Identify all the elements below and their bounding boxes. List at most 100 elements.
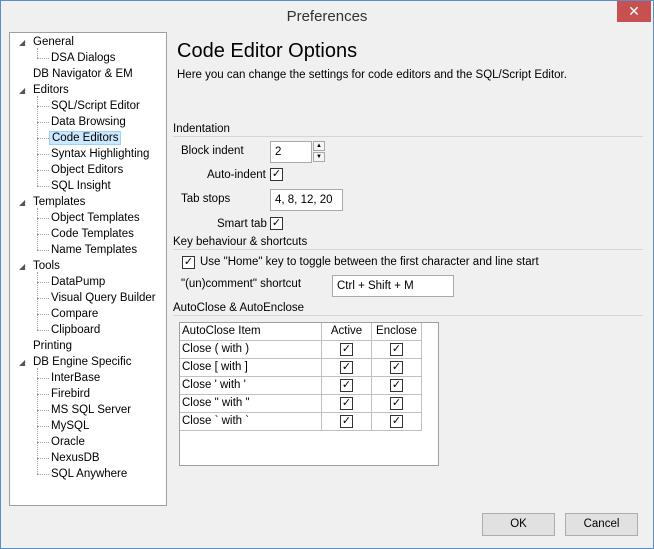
table-cell-item[interactable]: Close " with " [180, 395, 322, 413]
tree-connector [37, 368, 38, 474]
block-indent-input[interactable]: 2 [270, 141, 312, 163]
block-indent-spinner[interactable]: ▲ ▼ [313, 141, 325, 163]
tree-item-label: Code Editors [49, 131, 122, 145]
active-checkbox[interactable]: ✓ [340, 379, 353, 392]
tree-connector [37, 48, 38, 58]
tree-item[interactable]: DB Navigator & EM [19, 66, 135, 82]
table-header-cell[interactable]: Enclose [372, 323, 422, 341]
tree-item[interactable]: Code Templates [49, 226, 136, 242]
tree-item[interactable]: DataPump [49, 274, 107, 290]
table-cell-active: ✓ [322, 413, 372, 431]
ok-button[interactable]: OK [482, 513, 555, 536]
indentation-section-title: Indentation [173, 123, 230, 135]
tree-item[interactable]: Name Templates [49, 242, 139, 258]
collapse-arrow-icon[interactable]: ◢ [19, 35, 31, 51]
table-cell-item[interactable]: Close [ with ] [180, 359, 322, 377]
keys-section-title: Key behaviour & shortcuts [173, 236, 308, 248]
enclose-checkbox[interactable]: ✓ [390, 415, 403, 428]
tree-item[interactable]: NexusDB [49, 450, 102, 466]
tree-connector [37, 394, 49, 395]
tree-item-label: Printing [33, 340, 72, 352]
table-cell-active: ✓ [322, 359, 372, 377]
tree-item-label: DSA Dialogs [51, 52, 116, 64]
active-checkbox[interactable]: ✓ [340, 361, 353, 374]
tree-connector [37, 170, 49, 171]
enclose-checkbox[interactable]: ✓ [390, 343, 403, 356]
tree-item[interactable]: ◢ Tools [19, 258, 62, 274]
tree-item-label: MS SQL Server [51, 404, 132, 416]
collapse-arrow-icon[interactable]: ◢ [19, 83, 31, 99]
tree-item[interactable]: ◢ Templates [19, 194, 87, 210]
tree-connector [37, 186, 49, 187]
tree-connector [37, 410, 49, 411]
preferences-tree[interactable]: ◢ General DSA Dialogs DB Navigator & EM ◢ Edi… [9, 32, 167, 506]
tree-item[interactable]: SQL/Script Editor [49, 98, 142, 114]
collapse-arrow-icon[interactable]: ◢ [19, 195, 31, 211]
enclose-checkbox[interactable]: ✓ [390, 379, 403, 392]
tree-item[interactable]: DSA Dialogs [49, 50, 118, 66]
table-header-cell[interactable]: AutoClose Item [180, 323, 322, 341]
table-cell-item[interactable]: Close ( with ) [180, 341, 322, 359]
tree-item[interactable]: Code Editors [49, 130, 122, 146]
smart-tab-label: Smart tab [217, 218, 267, 230]
tree-item[interactable]: Object Templates [49, 210, 142, 226]
table-cell-item[interactable]: Close ` with ` [180, 413, 322, 431]
table-cell-active: ✓ [322, 377, 372, 395]
tree-item[interactable]: ◢ Editors [19, 82, 71, 98]
tree-item-label: Visual Query Builder [51, 292, 156, 304]
spin-down-icon[interactable]: ▼ [313, 152, 325, 162]
cancel-button[interactable]: Cancel [565, 513, 638, 536]
tab-stops-label: Tab stops [181, 193, 231, 205]
tree-item[interactable]: Compare [49, 306, 100, 322]
table-cell-item[interactable]: Close ' with ' [180, 377, 322, 395]
tree-item-label: Templates [33, 196, 86, 208]
table-header-cell[interactable]: Active [322, 323, 372, 341]
tab-stops-input[interactable]: 4, 8, 12, 20 [270, 189, 343, 211]
tree-item-label: MySQL [51, 420, 90, 432]
tree-connector [37, 122, 49, 123]
tree-item[interactable]: Clipboard [49, 322, 102, 338]
tree-item[interactable]: MySQL [49, 418, 91, 434]
tree-item[interactable]: Firebird [49, 386, 92, 402]
tree-item[interactable]: MS SQL Server [49, 402, 133, 418]
active-checkbox[interactable]: ✓ [340, 397, 353, 410]
autoclose-section-title: AutoClose & AutoEnclose [173, 302, 305, 314]
spin-up-icon[interactable]: ▲ [313, 141, 325, 151]
tree-item[interactable]: InterBase [49, 370, 102, 386]
tree-connector [37, 458, 49, 459]
home-key-checkbox[interactable]: ✓ [182, 256, 195, 269]
collapse-arrow-icon[interactable]: ◢ [19, 355, 31, 371]
auto-indent-label: Auto-indent [207, 169, 266, 181]
tree-connector [37, 378, 49, 379]
tree-item[interactable]: Visual Query Builder [49, 290, 158, 306]
tree-item[interactable]: Oracle [49, 434, 87, 450]
auto-indent-checkbox[interactable]: ✓ [270, 168, 283, 181]
options-panel: Code Editor Options Here you can change … [173, 32, 645, 506]
tree-item-label: SQL Anywhere [51, 468, 128, 480]
tree-connector [37, 282, 49, 283]
active-checkbox[interactable]: ✓ [340, 415, 353, 428]
block-indent-label: Block indent [181, 145, 244, 157]
table-cell-active: ✓ [322, 341, 372, 359]
autoclose-table[interactable]: AutoClose Item Active Enclose Close ( with … [179, 322, 439, 466]
tree-item[interactable]: ◢ General [19, 34, 76, 50]
collapse-arrow-icon[interactable]: ◢ [19, 259, 31, 275]
smart-tab-checkbox[interactable]: ✓ [270, 217, 283, 230]
enclose-checkbox[interactable]: ✓ [390, 397, 403, 410]
tree-item[interactable]: SQL Anywhere [49, 466, 129, 482]
tree-item[interactable]: SQL Insight [49, 178, 113, 194]
tree-connector [37, 330, 49, 331]
tree-connector [37, 442, 49, 443]
tree-item[interactable]: Data Browsing [49, 114, 128, 130]
enclose-checkbox[interactable]: ✓ [390, 361, 403, 374]
table-cell-active: ✓ [322, 395, 372, 413]
tree-item[interactable]: Object Editors [49, 162, 125, 178]
tree-item[interactable]: Syntax Highlighting [49, 146, 151, 162]
comment-shortcut-input[interactable]: Ctrl + Shift + M [332, 275, 454, 297]
active-checkbox[interactable]: ✓ [340, 343, 353, 356]
home-key-label: Use "Home" key to toggle between the fir… [200, 256, 539, 268]
tree-item[interactable]: Printing [19, 338, 74, 354]
tree-connector [37, 208, 38, 250]
close-icon[interactable]: ✕ [617, 1, 651, 22]
table-cell-enclose: ✓ [372, 377, 422, 395]
